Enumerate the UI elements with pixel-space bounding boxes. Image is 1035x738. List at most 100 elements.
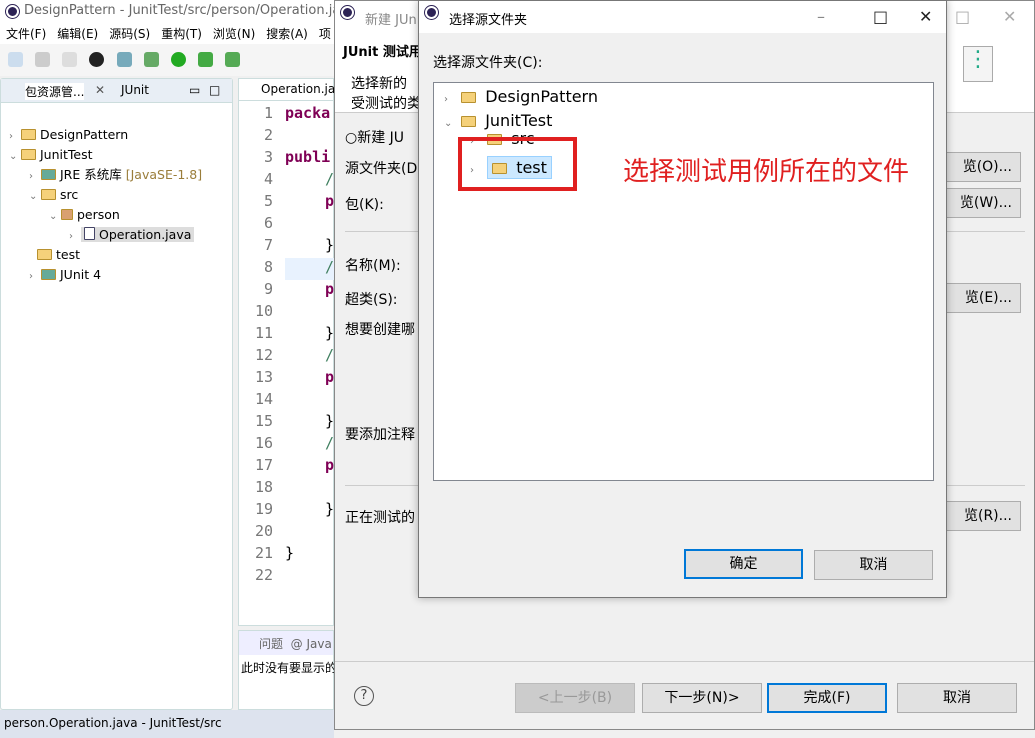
code-line: p bbox=[325, 192, 335, 210]
menu-search[interactable]: 搜索(A) bbox=[266, 27, 308, 41]
eclipse-icon bbox=[6, 5, 19, 18]
maximize-button[interactable]: □ bbox=[873, 7, 888, 26]
minimize-button[interactable]: – bbox=[817, 7, 825, 26]
radio-new-junit[interactable]: ○新建 JU bbox=[345, 127, 404, 147]
dialog-cancel-button[interactable]: 取消 bbox=[814, 550, 933, 580]
dialog-label: 选择源文件夹(C): bbox=[433, 55, 543, 71]
wizard-cancel-button[interactable]: 取消 bbox=[897, 683, 1017, 713]
source-folder-icon bbox=[41, 189, 56, 200]
annotations-label: 要添加注释 bbox=[345, 427, 415, 443]
maximize-icon[interactable]: □ bbox=[209, 83, 220, 97]
junit-wizard-banner-icon: ⋮ bbox=[963, 46, 993, 82]
dialog-title: 选择源文件夹 bbox=[449, 13, 528, 28]
toolbar bbox=[0, 44, 334, 76]
pin-icon[interactable] bbox=[116, 52, 132, 67]
code-line: } bbox=[325, 236, 335, 254]
external-tools-icon[interactable] bbox=[225, 52, 241, 67]
library-icon bbox=[41, 169, 56, 180]
line-number: 13 bbox=[254, 368, 273, 386]
dialog-title-bar: 选择源文件夹 – □ ✕ bbox=[419, 1, 946, 33]
debug-icon[interactable] bbox=[143, 52, 159, 67]
close-button[interactable]: ✕ bbox=[919, 7, 932, 26]
annotation-text: 选择测试用例所在的文件 bbox=[623, 157, 910, 187]
line-number: 10 bbox=[254, 302, 273, 320]
library-icon bbox=[41, 269, 56, 280]
status-bar: person.Operation.java - JunitTest/src bbox=[0, 710, 334, 738]
back-button[interactable]: <上一步(B) bbox=[515, 683, 635, 713]
profile-icon[interactable] bbox=[89, 52, 105, 67]
line-number: 12 bbox=[254, 346, 273, 364]
editor-tab[interactable]: Operation.java bbox=[239, 79, 350, 101]
line-number: 2 bbox=[263, 126, 273, 144]
minimize-icon[interactable]: ▭ bbox=[189, 83, 200, 97]
run-icon[interactable] bbox=[170, 52, 186, 67]
menu-project[interactable]: 项 bbox=[319, 27, 331, 41]
source-folder-icon bbox=[37, 249, 52, 260]
package-icon bbox=[61, 209, 73, 220]
main-window-title: DesignPattern - JunitTest/src/person/Ope… bbox=[0, 0, 365, 22]
next-button[interactable]: 下一步(N)> bbox=[642, 683, 762, 713]
problems-panel: 问题 @ Java 此时没有要显示的 bbox=[238, 630, 338, 710]
maximize-button[interactable]: □ bbox=[955, 7, 970, 26]
code-line: packa bbox=[285, 104, 331, 122]
tree-item-designpattern[interactable]: › DesignPattern bbox=[9, 125, 128, 145]
tab-problems[interactable]: 问题 bbox=[259, 637, 283, 651]
close-button[interactable]: ✕ bbox=[1003, 7, 1016, 26]
code-line: / bbox=[325, 170, 335, 188]
line-number: 21 bbox=[254, 544, 273, 562]
tree-item-test[interactable]: test bbox=[37, 245, 80, 265]
close-icon[interactable]: ✕ bbox=[95, 83, 105, 97]
java-file-icon bbox=[84, 227, 95, 240]
line-number: 11 bbox=[254, 324, 273, 342]
line-number: 14 bbox=[254, 390, 273, 408]
tree-item-src[interactable]: ⌄ src bbox=[29, 185, 78, 205]
tree-item-operation-java[interactable]: › Operation.java bbox=[69, 225, 195, 245]
superclass-label: 超类(S): bbox=[345, 292, 398, 308]
tree-item-jre[interactable]: › JRE 系统库 [JavaSE-1.8] bbox=[29, 165, 202, 185]
tree-item-junittest[interactable]: ⌄ JunitTest bbox=[9, 145, 93, 165]
tab-package-explorer[interactable]: 包资源管... bbox=[25, 83, 85, 100]
line-number: 4 bbox=[263, 170, 273, 188]
line-number: 9 bbox=[263, 280, 273, 298]
wizard-header-title: JUnit 测试用 bbox=[343, 45, 422, 60]
package-explorer: 包资源管... ✕ JUnit ▭ □ › DesignPattern ⌄ Juni… bbox=[0, 78, 233, 710]
line-number: 17 bbox=[254, 456, 273, 474]
line-number: 20 bbox=[254, 522, 273, 540]
code-line: p bbox=[325, 456, 335, 474]
wizard-desc-line2: 受测试的类 bbox=[351, 96, 421, 112]
line-number: 6 bbox=[263, 214, 273, 232]
tab-junit[interactable]: JUnit bbox=[121, 83, 149, 97]
line-number: 15 bbox=[254, 412, 273, 430]
tab-javadoc[interactable]: Java bbox=[306, 637, 331, 651]
menu-source[interactable]: 源码(S) bbox=[109, 27, 150, 41]
tree-item-junittest[interactable]: ⌄ JunitTest bbox=[444, 109, 552, 133]
wizard-desc-line1: 选择新的 bbox=[351, 76, 407, 92]
line-number: 16 bbox=[254, 434, 273, 452]
save-all-icon[interactable] bbox=[62, 52, 78, 67]
help-icon[interactable]: ? bbox=[354, 686, 374, 706]
menu-refactor[interactable]: 重构(T) bbox=[161, 27, 202, 41]
eclipse-icon bbox=[425, 6, 438, 19]
select-source-folder-dialog: 选择源文件夹 – □ ✕ 选择源文件夹(C): › DesignPattern … bbox=[418, 0, 947, 598]
code-line: p bbox=[325, 368, 335, 386]
tree-item-person[interactable]: ⌄ person bbox=[49, 205, 120, 225]
new-icon[interactable] bbox=[8, 52, 23, 67]
tree-item-junit4[interactable]: › JUnit 4 bbox=[29, 265, 101, 285]
coverage-icon[interactable] bbox=[197, 52, 213, 67]
package-label: 包(K): bbox=[345, 197, 384, 213]
menu-navigate[interactable]: 浏览(N) bbox=[213, 27, 255, 41]
finish-button[interactable]: 完成(F) bbox=[767, 683, 887, 713]
window-title-text: DesignPattern - JunitTest/src/person/Ope… bbox=[24, 3, 365, 18]
code-line: } bbox=[285, 544, 295, 562]
menu-file[interactable]: 文件(F) bbox=[6, 27, 46, 41]
project-icon bbox=[21, 149, 36, 160]
project-icon bbox=[461, 92, 477, 103]
ok-button[interactable]: 确定 bbox=[684, 549, 803, 579]
problems-message: 此时没有要显示的 bbox=[241, 661, 338, 675]
code-editor[interactable]: Operation.java 1 packa 2 3 publi 4 / 5 p 6 7} 8 / 9 p 1… bbox=[238, 78, 350, 626]
annotation-highlight-box bbox=[458, 137, 577, 191]
save-icon[interactable] bbox=[35, 52, 51, 67]
tree-item-designpattern[interactable]: › DesignPattern bbox=[444, 85, 598, 109]
menu-edit[interactable]: 编辑(E) bbox=[57, 27, 98, 41]
menu-bar: 文件(F) 编辑(E) 源码(S) 重构(T) 浏览(N) 搜索(A) 项 bbox=[0, 22, 334, 44]
